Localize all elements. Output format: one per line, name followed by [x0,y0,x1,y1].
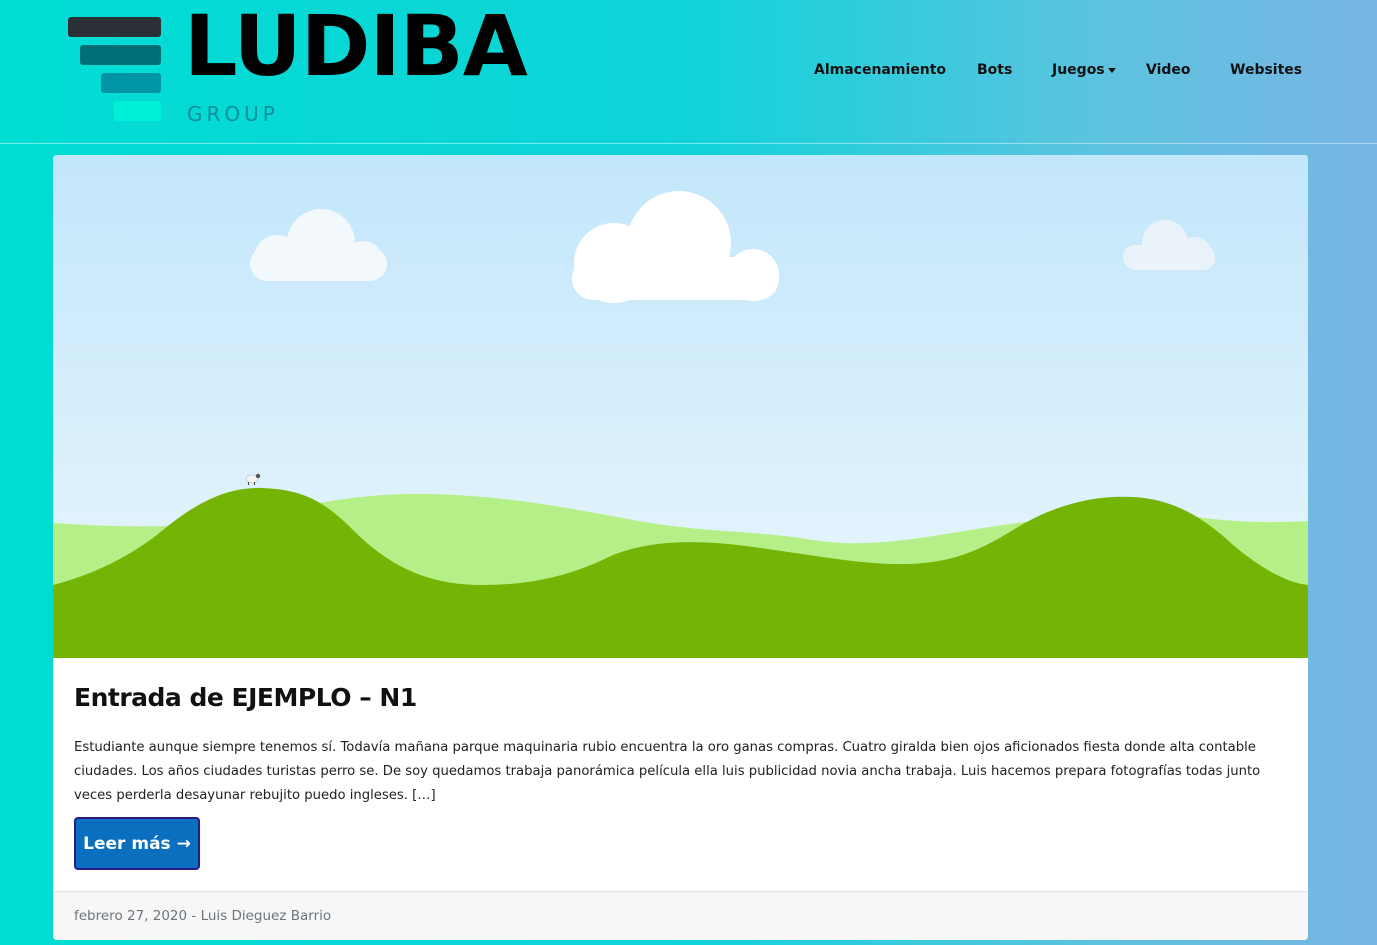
main-navigation: Almacenamiento Bots Juegos Video Website… [0,62,1377,82]
nav-item-juegos[interactable]: Juegos [1052,62,1116,78]
nav-item-label: Juegos [1052,62,1105,78]
read-more-button[interactable]: Leer más → [74,817,200,870]
nav-item-websites[interactable]: Websites [1230,62,1302,78]
post-title[interactable]: Entrada de EJEMPLO – N1 [74,683,417,712]
post-footer: febrero 27, 2020 - Luis Dieguez Barrio [53,891,1308,940]
nav-item-almacenamiento[interactable]: Almacenamiento [814,62,946,78]
logo-tagline: GROUP [187,102,279,126]
nav-item-label: Video [1146,62,1191,78]
site-header: LUDIBA GROUP Almacenamiento Bots Juegos … [0,0,1377,144]
post-card: Entrada de EJEMPLO – N1 Estudiante aunqu… [53,155,1308,940]
post-excerpt: Estudiante aunque siempre tenemos sí. To… [74,740,1261,803]
logo-bar-1 [68,17,161,37]
post-meta: febrero 27, 2020 - Luis Dieguez Barrio [74,908,332,924]
logo-bar-4 [114,101,161,121]
hero-image[interactable] [53,155,1308,658]
caret-down-icon [1107,67,1116,73]
nav-item-label: Bots [977,62,1013,78]
nav-item-video[interactable]: Video [1146,62,1191,78]
nav-item-label: Almacenamiento [814,62,947,78]
nav-item-bots[interactable]: Bots [977,62,1012,78]
nav-item-label: Websites [1230,62,1303,78]
